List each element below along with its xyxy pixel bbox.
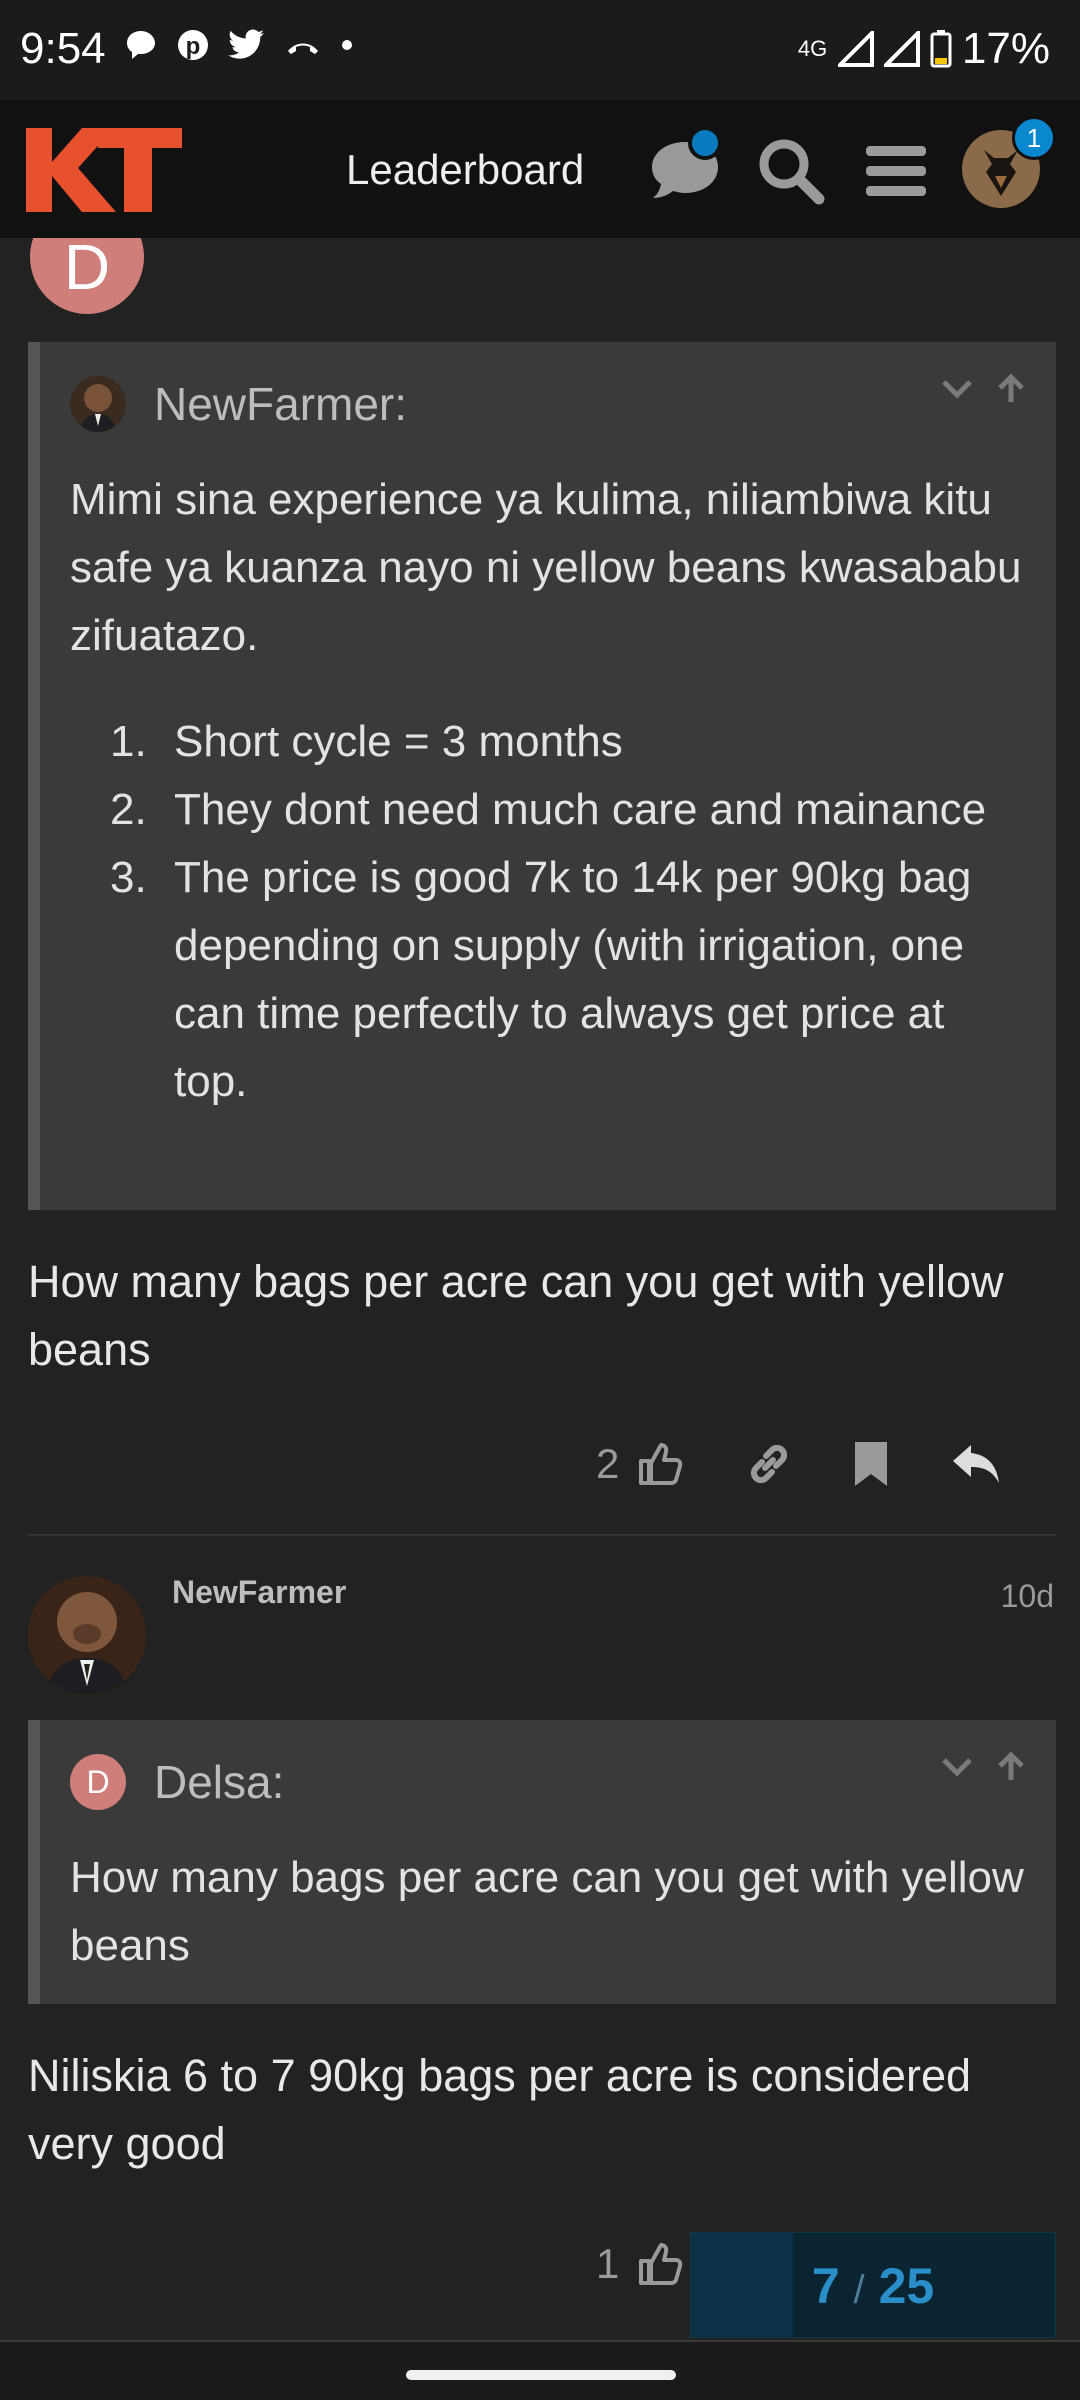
post-body: How many bags per acre can you get with … <box>28 1256 1004 1375</box>
go-to-quoted-arrow-icon[interactable] <box>994 1750 1028 1784</box>
post-username[interactable]: NewFarmer <box>172 1574 346 1611</box>
avatar-letter: D <box>86 1763 110 1800</box>
chat-button[interactable] <box>648 126 722 209</box>
quote-block: NewFarmer: Mimi sina experience ya kulim… <box>28 342 1056 1210</box>
list-item: 3. The price is good 7k to 14k per 90kg b… <box>110 844 1010 1116</box>
list-item: 2. They dont need much care and mainance <box>110 776 1010 844</box>
network-type: 4G <box>797 36 828 61</box>
reply-icon[interactable] <box>951 1441 1001 1487</box>
list-text: Short cycle = 3 months <box>174 717 623 766</box>
list-number: 2. <box>110 785 147 834</box>
dog-avatar-icon <box>70 376 126 432</box>
post-date[interactable]: 10d <box>1001 1578 1054 1615</box>
app-header: Leaderboard 1 <box>0 100 1080 238</box>
hamburger-menu-icon <box>866 146 926 196</box>
expand-quote-chevron-icon[interactable] <box>940 372 974 406</box>
post-divider <box>28 1534 1056 1536</box>
post-body: Niliskia 6 to 7 90kg bags per acre is co… <box>28 2050 972 2169</box>
status-right: 4G 17% <box>798 24 1050 74</box>
like-count[interactable]: 2 <box>596 1440 619 1488</box>
quote-text: How many bags per acre can you get with … <box>70 1853 1024 1970</box>
quote-author-avatar: D <box>70 1754 126 1810</box>
dog-avatar-icon <box>28 1576 146 1694</box>
link-icon[interactable] <box>745 1440 793 1488</box>
like-count[interactable]: 1 <box>596 2240 619 2288</box>
progress-total: 25 <box>878 2258 935 2314</box>
list-number: 3. <box>110 853 147 902</box>
topic-progress[interactable]: 7 / 25 <box>690 2232 1056 2338</box>
quote-block: D Delsa: How many bags per acre can you … <box>28 1720 1056 2004</box>
go-to-quoted-arrow-icon[interactable] <box>994 372 1028 406</box>
notification-badge: 1 <box>1012 116 1056 160</box>
search-button[interactable] <box>756 136 826 211</box>
list-item: 1. Short cycle = 3 months <box>110 708 1010 776</box>
pinterest-icon: p <box>178 30 208 60</box>
twitter-icon <box>228 29 264 59</box>
kt-logo-icon <box>26 128 182 212</box>
bookmark-icon[interactable] <box>851 1440 891 1488</box>
more-dot-icon <box>342 40 352 50</box>
missed-call-icon <box>288 43 318 54</box>
user-avatar-button[interactable]: 1 <box>962 116 1056 213</box>
like-icon[interactable] <box>637 1441 683 1487</box>
battery-icon <box>930 30 952 68</box>
progress-separator: / <box>853 2268 865 2312</box>
quote-list: 1. Short cycle = 3 months 2. They dont nee… <box>110 708 1010 1116</box>
expand-quote-chevron-icon[interactable] <box>940 1750 974 1784</box>
quote-author-name: Delsa: <box>154 1756 285 1808</box>
post-author-avatar[interactable] <box>28 1576 146 1694</box>
leaderboard-link[interactable]: Leaderboard <box>346 146 584 194</box>
status-notification-icons: p <box>124 28 354 62</box>
quote-controls <box>940 372 1028 406</box>
progress-text: 7 / 25 <box>691 2257 1055 2315</box>
list-text: The price is good 7k to 14k per 90kg bag… <box>174 853 972 1106</box>
search-icon <box>759 139 825 205</box>
like-icon[interactable] <box>637 2241 683 2287</box>
signal-icon-2 <box>883 31 920 67</box>
battery-percent: 17% <box>961 24 1050 73</box>
system-navigation-bar <box>0 2340 1080 2400</box>
status-time: 9:54 <box>20 24 106 73</box>
quote-header[interactable]: D Delsa: <box>70 1754 284 1810</box>
chat-notification-icon <box>127 31 155 59</box>
quote-author-name: NewFarmer: <box>154 378 408 430</box>
status-bar: 9:54 p 4G 17% <box>0 0 1080 100</box>
quote-author-avatar <box>70 376 126 432</box>
signal-icon <box>837 31 874 67</box>
quote-header[interactable]: NewFarmer: <box>70 376 407 432</box>
post-actions: 2 <box>596 1440 1001 1488</box>
progress-current: 7 <box>811 2258 840 2314</box>
list-number: 1. <box>110 717 147 766</box>
svg-text:p: p <box>186 33 201 60</box>
list-text: They dont need much care and mainance <box>174 785 987 834</box>
post-actions: 1 <box>596 2240 683 2288</box>
chat-notification-dot <box>688 126 722 160</box>
avatar-letter: D <box>63 231 111 303</box>
quote-controls <box>940 1750 1028 1784</box>
home-gesture-bar[interactable] <box>406 2370 676 2380</box>
quote-paragraph: Mimi sina experience ya kulima, niliambi… <box>70 475 1022 660</box>
menu-button[interactable] <box>866 144 926 203</box>
site-logo[interactable] <box>26 128 182 217</box>
